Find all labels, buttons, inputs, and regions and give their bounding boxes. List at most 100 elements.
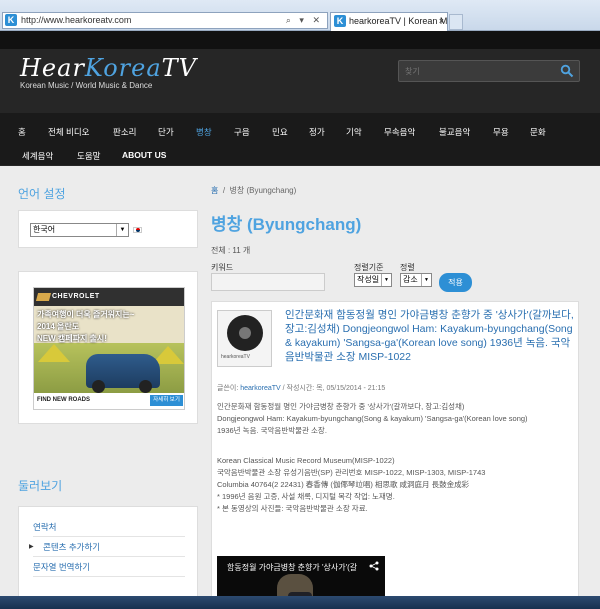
main-nav: 홈 전체 비디오 판소리 단가 병창 구음 민요 정가 기악 무속음악 불교음악…	[0, 113, 600, 165]
site-logo[interactable]: HearKoreaTV	[20, 54, 197, 82]
language-select-value: 한국어	[33, 225, 56, 234]
body-line: 1936년 녹음. 국악음반박물관 소장.	[217, 426, 327, 435]
body-line: * 본 동영상의 사진들: 국악음반박물관 소장 자료.	[217, 504, 368, 513]
nav-world-music[interactable]: 세계음악	[22, 150, 53, 162]
chevron-down-icon[interactable]: ▼	[381, 274, 391, 286]
nav-gueum[interactable]: 구음	[234, 126, 250, 138]
order-select[interactable]: 감소 ▼	[400, 273, 432, 287]
sort-select-value: 작성일	[357, 275, 380, 284]
keyword-input[interactable]	[211, 273, 325, 291]
chevrolet-logo-icon	[35, 293, 52, 301]
breadcrumb-separator: /	[222, 186, 226, 195]
breadcrumb-current: 병창 (Byungchang)	[229, 186, 297, 195]
total-count: 전체 : 11 개	[211, 246, 251, 255]
body-line: Korean Classical Music Record Museum(MIS…	[217, 456, 395, 465]
os-taskbar	[0, 596, 600, 609]
browser-chrome: K http://www.hearkoreatv.com ⌕ ▾ ✕ K hea…	[0, 0, 600, 31]
nav-jeongga[interactable]: 정가	[309, 126, 325, 138]
site-header: HearKoreaTV Korean Music / World Music &…	[0, 31, 600, 166]
link-contact[interactable]: 연락처	[33, 521, 56, 533]
chevron-down-icon[interactable]: ▼	[421, 274, 431, 286]
tab-favicon-icon: K	[334, 15, 346, 27]
tab-close-icon[interactable]: ×	[439, 13, 444, 30]
content-area: 언어 설정 한국어 ▼ CHEVROLET 가족여행이 더욱 즐거워지는~ 20…	[0, 166, 600, 609]
sort-select[interactable]: 작성일 ▼	[354, 273, 392, 287]
header-top-band	[0, 31, 600, 49]
meta-author[interactable]: hearkoreaTV	[240, 385, 280, 392]
ad-line: NEW 캠페파지 출시!	[37, 334, 107, 343]
sidebar: 언어 설정 한국어 ▼ CHEVROLET 가족여행이 더욱 즐거워지는~ 20…	[0, 166, 200, 609]
article-title[interactable]: 인간문화재 함동정월 명인 가야금병창 춘향가 중 '상사가'(갈까보다, 장고…	[285, 308, 575, 364]
chevron-down-icon[interactable]: ▼	[116, 224, 128, 236]
breadcrumb-home[interactable]: 홈	[211, 186, 218, 195]
article-thumbnail[interactable]: hearkoreaTV	[217, 310, 272, 367]
page-title: 병창 (Byungchang)	[211, 215, 362, 234]
browser-tab[interactable]: K hearkoreaTV | Korean Musi... ×	[330, 12, 448, 31]
record-disc-icon	[227, 315, 263, 351]
nav-minyo[interactable]: 민요	[272, 126, 288, 138]
ad-copy: 가족여행이 더욱 즐거워지는~ 2014 올란도 NEW 캠페파지 출시!	[37, 309, 147, 345]
new-tab-button[interactable]	[449, 14, 463, 30]
address-bar[interactable]: K http://www.hearkoreatv.com ⌕ ▾ ✕	[2, 12, 328, 29]
article-meta: 글쓴이: hearkoreaTV / 작성시간: 목, 05/15/2014 -…	[217, 383, 385, 393]
meta-prefix: 글쓴이:	[217, 385, 241, 392]
car-image	[86, 354, 160, 393]
article-card: hearkoreaTV 인간문화재 함동정월 명인 가야금병창 춘향가 중 '상…	[211, 301, 579, 609]
nav-all-videos[interactable]: 전체 비디오	[48, 126, 89, 138]
tent-image	[38, 344, 70, 362]
ad-line: 가족여행이 더욱 즐거워지는~	[37, 310, 135, 319]
site-tagline: Korean Music / World Music & Dance	[20, 81, 153, 90]
video-title: 함동정월 가야금병창 춘향가 '상사가'(갈	[227, 563, 358, 572]
browse-links: 연락처 ▶ 콘텐츠 추가하기 문자열 번역하기	[18, 506, 198, 609]
nav-pansori[interactable]: 판소리	[113, 126, 136, 138]
browse-title: 둘러보기	[18, 479, 63, 493]
nav-about-us[interactable]: ABOUT US	[122, 150, 166, 160]
search-icon[interactable]	[560, 64, 574, 78]
nav-culture[interactable]: 문화	[530, 126, 546, 138]
url-text: http://www.hearkoreatv.com	[21, 15, 132, 25]
advertisement[interactable]: CHEVROLET 가족여행이 더욱 즐거워지는~ 2014 올란도 NEW 캠…	[33, 287, 185, 410]
language-title: 언어 설정	[18, 187, 66, 201]
tab-title: hearkoreaTV | Korean Musi...	[349, 16, 448, 26]
divider	[33, 576, 185, 577]
ad-slogan: FIND NEW ROADS	[37, 397, 90, 403]
body-line: 인간문화재 함동정월 명인 가야금병창 춘향가 중 '상사가'(갈까보다, 장고…	[217, 402, 465, 411]
nav-musok[interactable]: 무속음악	[384, 126, 415, 138]
body-line: 국악음반박물관 소장 유성기음반(SP) 관리번호 MISP-1022, MIS…	[217, 468, 486, 477]
korea-flag-icon	[133, 227, 142, 233]
ad-more-button[interactable]: 자세히 보기	[150, 395, 183, 406]
nav-danga[interactable]: 단가	[158, 126, 174, 138]
sort-label: 정렬기준	[354, 263, 384, 272]
search-input[interactable]	[405, 64, 555, 78]
body-line: Columbia 40764(2 22431) 春香傳 (伽倻琴竝唱) 相思歌 …	[217, 480, 470, 489]
ad-box: CHEVROLET 가족여행이 더욱 즐거워지는~ 2014 올란도 NEW 캠…	[18, 271, 198, 424]
search-refresh-icons[interactable]: ⌕ ▾ ✕	[286, 13, 323, 28]
logo-hear: Hear	[20, 54, 85, 82]
share-icon[interactable]	[369, 561, 379, 571]
nav-home[interactable]: 홈	[18, 126, 26, 138]
nav-byungchang[interactable]: 병창	[196, 126, 212, 138]
site-favicon-icon: K	[5, 14, 17, 26]
nav-buddhist[interactable]: 불교음악	[439, 126, 470, 138]
order-select-value: 감소	[403, 275, 418, 284]
nav-dance[interactable]: 무용	[493, 126, 509, 138]
ad-footer: FIND NEW ROADS 자세히 보기	[34, 393, 184, 409]
nav-help[interactable]: 도움말	[77, 150, 100, 162]
order-label: 정렬	[400, 263, 415, 272]
language-box: 한국어 ▼	[18, 210, 198, 248]
body-line: Dongjeongwol Ham: Kayakum-byungchang(Son…	[217, 414, 528, 423]
body-line: * 1996년 음원 고증, 사설 채록, 디지털 복각 작업: 노재명.	[217, 492, 395, 501]
logo-korea: Korea	[84, 54, 162, 82]
ad-line: 2014 올란도	[37, 322, 80, 331]
meta-suffix: / 작성시간: 목, 05/15/2014 - 21:15	[280, 385, 386, 392]
link-add-content[interactable]: 콘텐츠 추가하기	[43, 541, 100, 553]
ad-top-band: CHEVROLET	[34, 288, 184, 306]
apply-button[interactable]: 적용	[439, 273, 472, 292]
language-select[interactable]: 한국어 ▼	[30, 223, 129, 237]
nav-giak[interactable]: 기악	[346, 126, 362, 138]
search-box[interactable]	[398, 60, 580, 82]
logo-tv: TV	[161, 54, 197, 82]
expand-triangle-icon[interactable]: ▶	[29, 543, 34, 550]
link-translate[interactable]: 문자열 번역하기	[33, 561, 90, 573]
thumbnail-caption: hearkoreaTV	[221, 354, 250, 360]
